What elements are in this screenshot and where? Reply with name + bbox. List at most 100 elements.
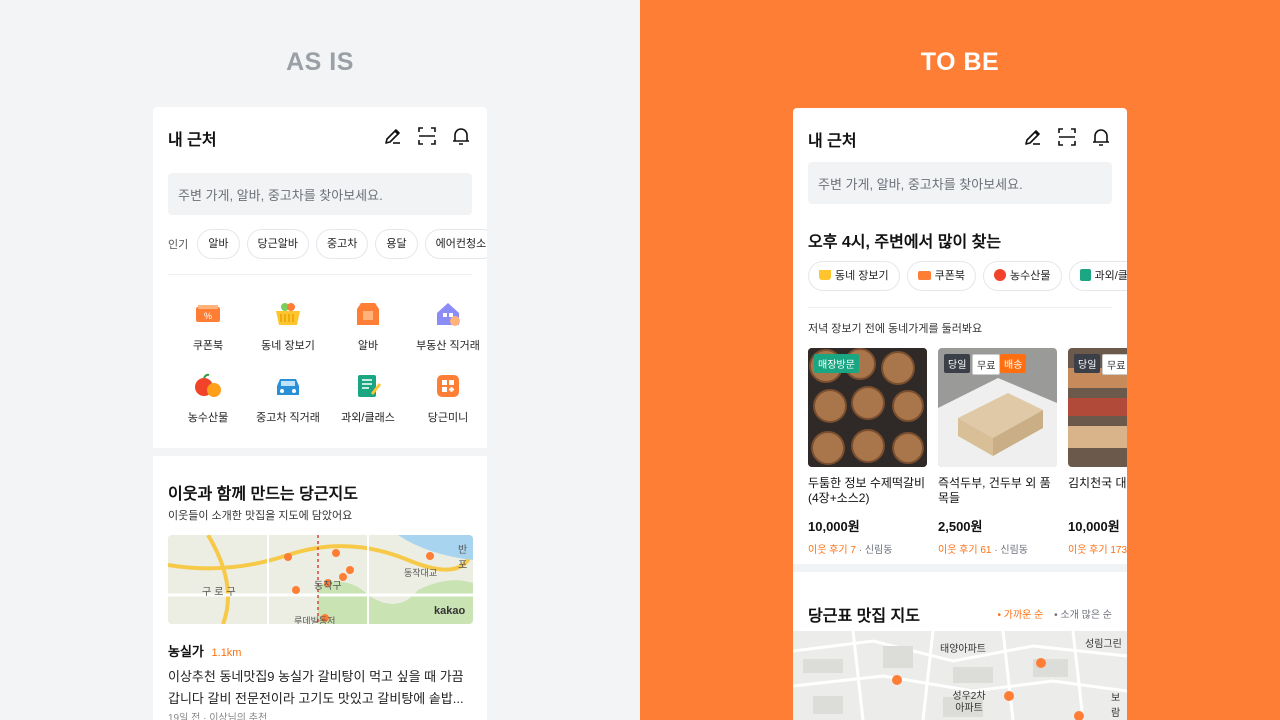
car-icon bbox=[277, 379, 299, 395]
product-name: 즉석두부, 건두부 외 품목들 bbox=[938, 476, 1051, 505]
chip-label: 쿠폰북 bbox=[934, 270, 966, 282]
category-label: 동네 장보기 bbox=[261, 340, 315, 352]
section-divider bbox=[793, 564, 1127, 572]
category-label: 중고차 직거래 bbox=[256, 412, 320, 424]
product-location: 신림동 bbox=[864, 545, 893, 556]
product-image: 매장방문 bbox=[808, 348, 927, 467]
chip-coupon-book[interactable]: 쿠폰북 bbox=[906, 261, 977, 291]
as-is-panel: AS IS 내 근처 주변 가게, 알바, 중고차를 찾아보세요. 인기 알바 … bbox=[0, 0, 640, 720]
as-is-home-card: 내 근처 주변 가게, 알바, 중고차를 찾아보세요. 인기 알바 당근알바 중… bbox=[153, 107, 487, 448]
category-coupon-book[interactable]: % 쿠폰북 bbox=[168, 299, 248, 353]
product-name: 김치천국 대 bbox=[1068, 476, 1127, 490]
category-label: 당근미니 bbox=[427, 412, 469, 424]
product-review-count: 이웃 후기 7 bbox=[808, 545, 856, 556]
map-card-subtitle: 이웃들이 소개한 맛집을 지도에 담았어요 bbox=[168, 510, 353, 522]
place-name: 농실가 bbox=[168, 644, 204, 659]
scan-icon[interactable] bbox=[1056, 126, 1078, 148]
popular-chips: 인기 알바 당근알바 중고차 용달 에어컨청소 bbox=[168, 229, 487, 259]
product-tag: 당일 bbox=[1074, 354, 1101, 373]
product-location: 신림동 bbox=[1000, 545, 1028, 556]
product-tag: 당일 bbox=[944, 354, 971, 373]
map-label: 동작구 bbox=[314, 581, 342, 592]
mini-icon bbox=[437, 375, 459, 397]
product-image: 당일 무료 배송 bbox=[938, 348, 1057, 467]
category-label: 과외/클래스 bbox=[341, 412, 395, 424]
product-name: 두툼한 정보 수제떡갈비 (4장+소스2) bbox=[808, 476, 926, 505]
product-price: 2,500원 bbox=[938, 519, 983, 534]
product-card[interactable]: 매장방문 두툼한 정보 수제떡갈비 (4장+소스2) 10,000원 이웃 후기… bbox=[808, 348, 928, 556]
place-name-row[interactable]: 농실가 1.1km bbox=[168, 641, 241, 660]
product-review-count: 이웃 후기 61 bbox=[938, 545, 992, 556]
category-class[interactable]: 과외/클래스 bbox=[328, 371, 408, 425]
category-grid: % 쿠폰북 동네 장보기 알바 부동산 직거래 농수산물 중고차 직거래 과외/… bbox=[168, 299, 487, 425]
category-real-estate[interactable]: 부동산 직거래 bbox=[408, 299, 487, 353]
product-card[interactable]: 당일 무료 배송 즉석두부, 건두부 외 품목들 2,500원 이웃 후기 61… bbox=[938, 348, 1058, 556]
chip-used-car[interactable]: 중고차 bbox=[315, 229, 369, 259]
category-label: 알바 bbox=[357, 340, 379, 352]
product-tag: 배송 bbox=[1000, 354, 1027, 373]
top-bar: 내 근처 bbox=[168, 125, 472, 149]
chip-aircon-cleaning[interactable]: 에어컨청소 bbox=[424, 229, 487, 259]
apron-icon bbox=[357, 303, 379, 325]
category-alba[interactable]: 알바 bbox=[328, 299, 408, 353]
chip-danggeun-alba[interactable]: 당근알바 bbox=[246, 229, 309, 259]
category-label: 부동산 직거래 bbox=[416, 340, 480, 352]
divider bbox=[808, 307, 1112, 308]
product-price: 10,000원 bbox=[808, 519, 860, 534]
chip-label: 동네 장보기 bbox=[835, 270, 889, 282]
product-price: 10,000원 bbox=[1068, 519, 1120, 534]
map-label: 구로구 bbox=[202, 587, 239, 598]
scan-icon[interactable] bbox=[416, 125, 438, 147]
coupon-icon bbox=[917, 271, 931, 280]
apple-icon bbox=[195, 373, 221, 397]
top-bar: 내 근처 bbox=[808, 126, 1112, 150]
chip-local-shopping[interactable]: 동네 장보기 bbox=[808, 261, 900, 291]
section-title: 오후 4시, 주변에서 많이 찾는 bbox=[808, 234, 1002, 251]
bell-icon[interactable] bbox=[1090, 126, 1112, 148]
search-input[interactable]: 주변 가게, 알바, 중고차를 찾아보세요. bbox=[168, 173, 472, 215]
pencil-icon[interactable] bbox=[382, 125, 404, 147]
category-farm-produce[interactable]: 농수산물 bbox=[168, 371, 248, 425]
kakao-logo: kakao bbox=[434, 605, 466, 617]
category-label: 쿠폰북 bbox=[192, 340, 224, 352]
sort-label: 가까운 순 bbox=[1003, 610, 1044, 621]
to-be-heading: TO BE bbox=[920, 48, 1000, 76]
map-label: 동작대교 bbox=[404, 568, 438, 578]
app-title: 내 근처 bbox=[168, 132, 217, 149]
map-preview[interactable]: 태양아파트 성림그린 성우2차 아파트 보람 bbox=[793, 631, 1127, 720]
sort-most-recommended[interactable]: • 소개 많은 순 bbox=[1054, 610, 1112, 621]
place-distance: 1.1km bbox=[211, 647, 242, 659]
subsection-title: 저녁 장보기 전에 동네가게를 둘러봐요 bbox=[808, 323, 983, 335]
chip-label: 농수산물 bbox=[1010, 270, 1051, 282]
pencil-icon[interactable] bbox=[1022, 126, 1044, 148]
bell-icon[interactable] bbox=[450, 125, 472, 147]
product-tag: 매장방문 bbox=[814, 354, 859, 373]
basket-icon bbox=[819, 270, 831, 280]
as-is-map-card: 이웃과 함께 만드는 당근지도 이웃들이 소개한 맛집을 지도에 담았어요 구로… bbox=[153, 456, 487, 720]
product-card[interactable]: 당일 무료 김치천국 대 10,000원 이웃 후기 173 bbox=[1068, 348, 1127, 556]
map-label: 루데빌동저 bbox=[294, 616, 336, 624]
search-input[interactable]: 주변 가게, 알바, 중고차를 찾아보세요. bbox=[808, 162, 1112, 204]
coupon-icon: % bbox=[196, 305, 220, 322]
apple-icon bbox=[994, 269, 1007, 281]
chip-farm-produce[interactable]: 농수산물 bbox=[983, 261, 1062, 291]
category-local-shopping[interactable]: 동네 장보기 bbox=[248, 299, 328, 353]
sort-nearest[interactable]: • 가까운 순 bbox=[998, 610, 1044, 621]
category-label: 농수산물 bbox=[187, 412, 229, 424]
svg-text:%: % bbox=[204, 311, 212, 321]
map-preview[interactable]: 구로구 동작구 동작대교 반포 루데빌동저 kakao bbox=[168, 535, 473, 624]
category-danggeun-mini[interactable]: 당근미니 bbox=[408, 371, 487, 425]
map-label: 성우2차 아파트 bbox=[952, 691, 986, 714]
chip-alba[interactable]: 알바 bbox=[197, 229, 240, 259]
house-icon bbox=[437, 303, 460, 326]
chip-class[interactable]: 과외/클래스 bbox=[1068, 261, 1127, 291]
chip-moving-truck[interactable]: 용달 bbox=[375, 229, 418, 259]
map-label: 태양아파트 bbox=[940, 644, 986, 655]
chip-label: 과외/클래스 bbox=[1094, 270, 1127, 282]
app-title: 내 근처 bbox=[808, 133, 857, 150]
review-meta: 19일 전 · 이상님의 추천 bbox=[168, 713, 268, 720]
map-label: 성림그린 bbox=[1085, 639, 1122, 650]
basket-icon bbox=[276, 303, 300, 325]
category-used-car[interactable]: 중고차 직거래 bbox=[248, 371, 328, 425]
map-sort-options: • 가까운 순 • 소개 많은 순 bbox=[998, 606, 1113, 621]
